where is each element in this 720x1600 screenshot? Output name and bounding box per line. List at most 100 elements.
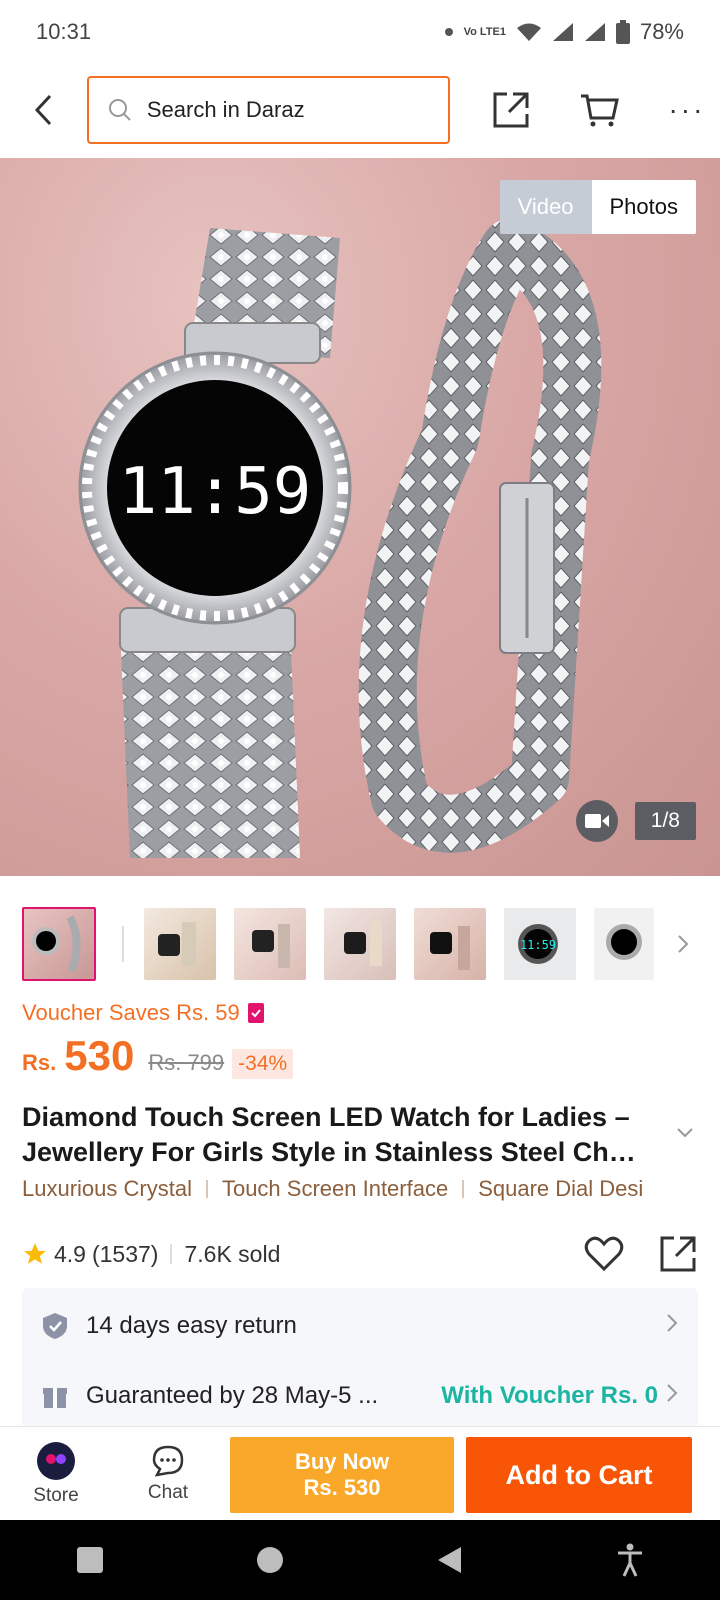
system-navigation-bar bbox=[0, 1520, 720, 1600]
chat-button[interactable]: Chat bbox=[112, 1444, 224, 1504]
return-policy-text: 14 days easy return bbox=[86, 1312, 297, 1339]
thumbnail-strip: 11:59 bbox=[22, 906, 698, 982]
thumbnail-divider bbox=[122, 926, 124, 962]
voucher-text: Voucher Saves Rs. 59 bbox=[22, 1000, 240, 1025]
top-bar: Search in Daraz ··· bbox=[0, 64, 720, 156]
search-input[interactable]: Search in Daraz bbox=[86, 76, 450, 144]
cart-button[interactable] bbox=[566, 75, 632, 145]
tab-photos[interactable]: Photos bbox=[591, 180, 696, 234]
thumbnail-7[interactable] bbox=[594, 908, 654, 980]
chevron-right-icon bbox=[666, 1382, 678, 1410]
thumbnail-5[interactable] bbox=[414, 908, 486, 980]
return-policy-row[interactable]: 14 days easy return bbox=[22, 1298, 698, 1354]
shield-check-icon bbox=[43, 1313, 67, 1339]
volte-label: Vo LTE1 bbox=[463, 25, 506, 38]
more-dots-icon: ··· bbox=[668, 94, 706, 125]
product-title[interactable]: Diamond Touch Screen LED Watch for Ladie… bbox=[22, 1100, 662, 1170]
wishlist-heart-icon[interactable] bbox=[584, 1236, 624, 1272]
chevron-right-icon bbox=[678, 935, 689, 953]
back-triangle-icon[interactable] bbox=[435, 1545, 465, 1575]
thumbnail-4[interactable] bbox=[324, 908, 396, 980]
media-toggle: Video Photos bbox=[499, 180, 696, 234]
watch-time-display: 11:59 bbox=[119, 455, 312, 529]
chevron-right-icon bbox=[666, 1312, 678, 1340]
add-to-cart-button[interactable]: Add to Cart bbox=[466, 1437, 692, 1513]
tab-video[interactable]: Video bbox=[499, 180, 592, 234]
rating-divider bbox=[170, 1244, 173, 1264]
thumbnail-next-button[interactable] bbox=[668, 934, 698, 954]
thumbnail-image bbox=[606, 924, 642, 960]
bottom-action-bar: Store Chat Buy Now Rs. 530 Add to Cart bbox=[0, 1426, 720, 1520]
product-tags: Luxurious Crystal Touch Screen Interface… bbox=[22, 1176, 720, 1202]
store-label: Store bbox=[33, 1484, 79, 1506]
wifi-icon bbox=[516, 22, 542, 42]
search-placeholder: Search in Daraz bbox=[146, 97, 305, 122]
thumbnail-image bbox=[252, 924, 290, 968]
accessibility-icon[interactable] bbox=[615, 1543, 645, 1577]
discount-badge: -34% bbox=[232, 1049, 294, 1079]
star-icon bbox=[24, 1243, 46, 1264]
thumbnail-image: 11:59 bbox=[518, 924, 558, 964]
search-icon bbox=[108, 99, 131, 121]
back-arrow-icon bbox=[35, 94, 52, 126]
rating-row: 4.9 (1537) 7.6K sold bbox=[22, 1234, 698, 1274]
sold-count: 7.6K sold bbox=[184, 1240, 281, 1267]
buy-now-price: Rs. 530 bbox=[303, 1475, 381, 1500]
gift-box-icon bbox=[43, 1388, 67, 1408]
tag-divider bbox=[462, 1180, 465, 1198]
play-video-button[interactable] bbox=[576, 800, 618, 842]
thumbnail-image bbox=[158, 922, 196, 966]
video-camera-icon bbox=[585, 814, 609, 828]
status-bar: 10:31 Vo LTE1 78% bbox=[0, 0, 720, 64]
add-to-cart-label: Add to Cart bbox=[505, 1459, 653, 1490]
rating-score[interactable]: 4.9 bbox=[54, 1241, 86, 1268]
tag-item[interactable]: Luxurious Crystal bbox=[22, 1176, 192, 1202]
tag-item[interactable]: Square Dial Desi bbox=[478, 1176, 643, 1202]
tag-item[interactable]: Touch Screen Interface bbox=[222, 1176, 448, 1202]
chat-bubble-icon bbox=[152, 1445, 184, 1477]
delivery-text: Guaranteed by 28 May-5 ... bbox=[86, 1382, 379, 1409]
share-icon bbox=[493, 92, 529, 128]
signal-2-icon bbox=[584, 22, 606, 42]
price-current: 530 bbox=[64, 1032, 135, 1079]
svg-text:11:59: 11:59 bbox=[520, 938, 556, 952]
battery-percent: 78% bbox=[639, 19, 684, 44]
cart-icon bbox=[580, 94, 619, 127]
chevron-down-icon bbox=[677, 1128, 693, 1138]
store-logo-icon bbox=[37, 1441, 75, 1480]
thumbnail-image bbox=[344, 920, 382, 966]
price-currency: Rs. bbox=[22, 1050, 57, 1075]
store-button[interactable]: Store bbox=[0, 1441, 112, 1507]
price-original: Rs. 799 bbox=[148, 1050, 225, 1075]
title-expand-button[interactable] bbox=[676, 1126, 694, 1144]
buy-now-label: Buy Now bbox=[294, 1449, 390, 1474]
image-counter: 1/8 bbox=[634, 802, 696, 840]
notification-dot-icon bbox=[444, 27, 454, 37]
delivery-voucher: With Voucher Rs. 0 bbox=[441, 1382, 658, 1409]
services-panel: 14 days easy return Guaranteed by 28 May… bbox=[22, 1288, 698, 1428]
share-button[interactable] bbox=[478, 75, 544, 145]
thumbnail-1[interactable] bbox=[22, 907, 96, 981]
tag-divider bbox=[205, 1180, 208, 1198]
voucher-savings[interactable]: Voucher Saves Rs. 59 bbox=[22, 1000, 264, 1026]
more-options-button[interactable]: ··· bbox=[654, 75, 720, 145]
recents-square-icon[interactable] bbox=[75, 1545, 105, 1575]
home-circle-icon[interactable] bbox=[255, 1545, 285, 1575]
rating-count[interactable]: (1537) bbox=[92, 1241, 158, 1268]
voucher-badge-icon bbox=[247, 1003, 264, 1023]
volte-icon: Vo LTE1 bbox=[463, 25, 506, 38]
delivery-row[interactable]: Guaranteed by 28 May-5 ... With Voucher … bbox=[22, 1368, 698, 1424]
buy-now-button[interactable]: Buy Now Rs. 530 bbox=[230, 1437, 454, 1513]
thumbnail-6[interactable]: 11:59 bbox=[504, 908, 576, 980]
price-row: Rs. 530 Rs. 799 -34% bbox=[22, 1032, 294, 1080]
thumbnail-3[interactable] bbox=[234, 908, 306, 980]
thumbnail-watch-image bbox=[32, 915, 81, 973]
thumbnail-2[interactable] bbox=[144, 908, 216, 980]
share-icon[interactable] bbox=[658, 1234, 698, 1274]
back-button[interactable] bbox=[0, 64, 87, 156]
signal-icon bbox=[552, 22, 574, 42]
product-image[interactable]: 11:59 Video Photos 1/8 bbox=[0, 158, 720, 876]
thumbnail-image bbox=[430, 926, 470, 970]
status-time: 10:31 bbox=[36, 19, 92, 44]
battery-icon bbox=[615, 20, 630, 44]
